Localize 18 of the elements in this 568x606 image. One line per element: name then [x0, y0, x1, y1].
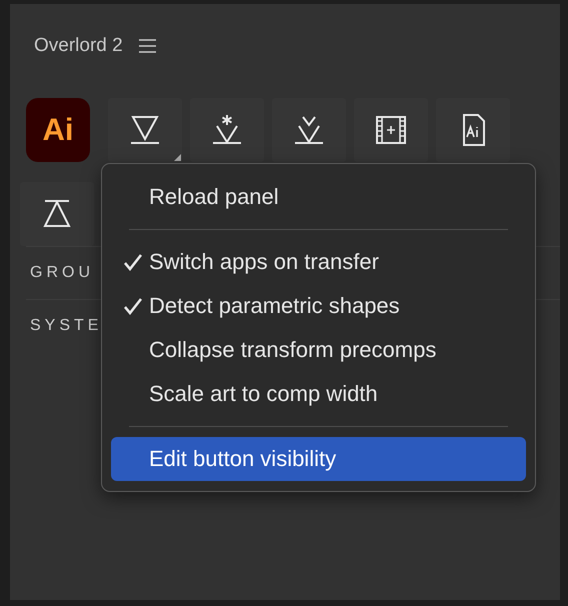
- menu-item[interactable]: Edit button visibility: [111, 437, 526, 481]
- app-logo-button[interactable]: Ai: [26, 98, 90, 162]
- menu-item[interactable]: Reload panel: [111, 175, 526, 219]
- menu-item[interactable]: Collapse transform precomps: [111, 328, 526, 372]
- panel-title: Overlord 2: [34, 35, 123, 57]
- menu-icon[interactable]: [138, 39, 156, 53]
- dropdown-corner-icon: [174, 154, 181, 161]
- tool-button[interactable]: [436, 98, 510, 162]
- tool-button[interactable]: [20, 182, 94, 246]
- tool-button[interactable]: [272, 98, 346, 162]
- section-header[interactable]: GROU: [30, 264, 94, 282]
- menu-item[interactable]: Switch apps on transfer: [111, 240, 526, 284]
- menu-item[interactable]: Scale art to comp width: [111, 372, 526, 416]
- tool-button[interactable]: [190, 98, 264, 162]
- tool-button[interactable]: [354, 98, 428, 162]
- menu-item[interactable]: Detect parametric shapes: [111, 284, 526, 328]
- section-header[interactable]: SYSTE: [30, 317, 102, 335]
- tool-button[interactable]: [108, 98, 182, 162]
